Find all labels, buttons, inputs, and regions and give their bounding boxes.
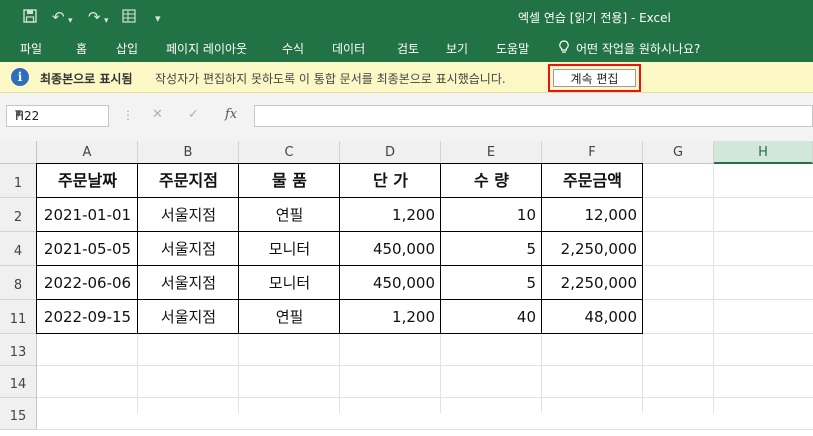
- row-header-11[interactable]: 11: [0, 300, 37, 334]
- table-cell[interactable]: 서울지점: [138, 232, 239, 266]
- tab-data[interactable]: 데이터: [332, 40, 365, 57]
- column-header-f[interactable]: F: [542, 141, 643, 164]
- column-header-h[interactable]: H: [714, 141, 813, 164]
- table-cell[interactable]: 40: [441, 300, 542, 334]
- lightbulb-icon: [558, 40, 570, 57]
- redo-dropdown-icon[interactable]: ▾: [104, 12, 109, 30]
- tab-view[interactable]: 보기: [446, 40, 468, 57]
- column-header-b[interactable]: B: [138, 141, 239, 164]
- formula-input[interactable]: [254, 105, 813, 127]
- table-cell[interactable]: 2021-05-05: [37, 232, 138, 266]
- table-border: [339, 163, 340, 334]
- cancel-icon: ✕: [152, 107, 163, 122]
- table-cell[interactable]: 1,200: [340, 198, 441, 232]
- formula-bar: H22 ▼ ⋮ ✕ ✓ fx: [0, 93, 813, 141]
- tab-review[interactable]: 검토: [397, 40, 419, 57]
- table-border: [642, 163, 643, 334]
- select-all-corner[interactable]: [0, 141, 37, 164]
- table-header-cell[interactable]: 수 량: [441, 164, 542, 198]
- table-cell[interactable]: 2021-01-01: [37, 198, 138, 232]
- table-border: [238, 163, 239, 334]
- redo-icon[interactable]: ↷: [88, 8, 101, 26]
- table-cell[interactable]: 서울지점: [138, 300, 239, 334]
- tab-page-layout[interactable]: 페이지 레이아웃: [166, 40, 247, 57]
- ribbon-tabs: 파일 홈 삽입 페이지 레이아웃 수식 데이터 검토 보기 도움말 어떤 작업을…: [0, 34, 813, 62]
- undo-icon[interactable]: ↶: [52, 8, 65, 26]
- table-cell[interactable]: 450,000: [340, 232, 441, 266]
- table-cell[interactable]: 2022-06-06: [37, 266, 138, 300]
- table-border: [440, 163, 441, 334]
- gridline: [37, 429, 813, 430]
- row-header-14[interactable]: 14: [0, 366, 37, 398]
- table-cell[interactable]: 5: [441, 266, 542, 300]
- table-cell[interactable]: 서울지점: [138, 198, 239, 232]
- tab-help[interactable]: 도움말: [496, 40, 529, 57]
- table-cell[interactable]: 연필: [239, 198, 340, 232]
- title-bar: ↶ ▾ ↷ ▾ ▾ 엑셀 연습 [읽기 전용] - Excel: [0, 0, 813, 34]
- table-cell[interactable]: 연필: [239, 300, 340, 334]
- table-border: [36, 163, 37, 334]
- row-header-4[interactable]: 4: [0, 232, 37, 266]
- gridline: [37, 365, 813, 366]
- table-header-cell[interactable]: 주문금액: [542, 164, 643, 198]
- table-cell[interactable]: 12,000: [542, 198, 643, 232]
- table-cell[interactable]: 2,250,000: [542, 232, 643, 266]
- table-header-cell[interactable]: 물 품: [239, 164, 340, 198]
- table-cell[interactable]: 모니터: [239, 232, 340, 266]
- row-header-1[interactable]: 1: [0, 164, 37, 198]
- edit-anyway-button[interactable]: 계속 편집: [553, 69, 636, 87]
- table-cell[interactable]: 48,000: [542, 300, 643, 334]
- table-cell[interactable]: 서울지점: [138, 266, 239, 300]
- chevron-down-icon[interactable]: ▼: [15, 109, 103, 119]
- form-icon[interactable]: [121, 8, 137, 28]
- insert-function-icon[interactable]: fx: [225, 107, 237, 122]
- table-cell[interactable]: 2,250,000: [542, 266, 643, 300]
- table-cell[interactable]: 모니터: [239, 266, 340, 300]
- column-header-a[interactable]: A: [37, 141, 138, 164]
- tab-insert[interactable]: 삽입: [116, 40, 138, 57]
- message-title: 최종본으로 표시됨: [40, 72, 133, 86]
- edit-anyway-highlight: 계속 편집: [548, 64, 641, 92]
- column-header-d[interactable]: D: [340, 141, 441, 164]
- row-header-15[interactable]: 15: [0, 398, 37, 430]
- undo-dropdown-icon[interactable]: ▾: [68, 12, 73, 30]
- table-cell[interactable]: 1,200: [340, 300, 441, 334]
- worksheet-grid[interactable]: A B C D E F G H 1 2 4 8 11 13 14 15 주문날짜 주문지점 물 품단 가수 량 주문금…: [0, 141, 813, 430]
- table-header-cell[interactable]: 주문날짜: [37, 164, 138, 198]
- column-header-g[interactable]: G: [643, 141, 714, 164]
- tab-home[interactable]: 홈: [76, 40, 87, 57]
- table-header-cell[interactable]: 단 가: [340, 164, 441, 198]
- drag-handle-icon[interactable]: ⋮: [122, 108, 134, 122]
- table-cell[interactable]: 2022-09-15: [37, 300, 138, 334]
- column-header-c[interactable]: C: [239, 141, 340, 164]
- row-header-2[interactable]: 2: [0, 198, 37, 232]
- table-cell[interactable]: 5: [441, 232, 542, 266]
- marked-as-final-bar: i 최종본으로 표시됨 작성자가 편집하지 못하도록 이 통합 문서를 최종본으…: [0, 62, 813, 93]
- table-cell[interactable]: 10: [441, 198, 542, 232]
- message-text: 작성자가 편집하지 못하도록 이 통합 문서를 최종본으로 표시했습니다.: [155, 72, 506, 86]
- window-title: 엑셀 연습 [읽기 전용] - Excel: [518, 11, 671, 25]
- gridline: [713, 164, 714, 413]
- info-icon: i: [11, 68, 29, 86]
- save-icon[interactable]: [22, 8, 38, 28]
- name-box[interactable]: H22 ▼: [6, 105, 109, 127]
- gridline: [37, 397, 813, 398]
- row-header-13[interactable]: 13: [0, 334, 37, 366]
- tell-me-search[interactable]: 어떤 작업을 원하시나요?: [576, 40, 700, 57]
- customize-quick-access-icon[interactable]: ▾: [155, 10, 161, 28]
- enter-icon: ✓: [188, 107, 199, 122]
- tab-file[interactable]: 파일: [20, 40, 42, 57]
- tab-formulas[interactable]: 수식: [282, 40, 304, 57]
- table-border: [137, 163, 138, 334]
- table-header-cell[interactable]: 주문지점: [138, 164, 239, 198]
- row-header-8[interactable]: 8: [0, 266, 37, 300]
- table-border: [541, 163, 542, 334]
- table-cell[interactable]: 450,000: [340, 266, 441, 300]
- column-header-e[interactable]: E: [441, 141, 542, 164]
